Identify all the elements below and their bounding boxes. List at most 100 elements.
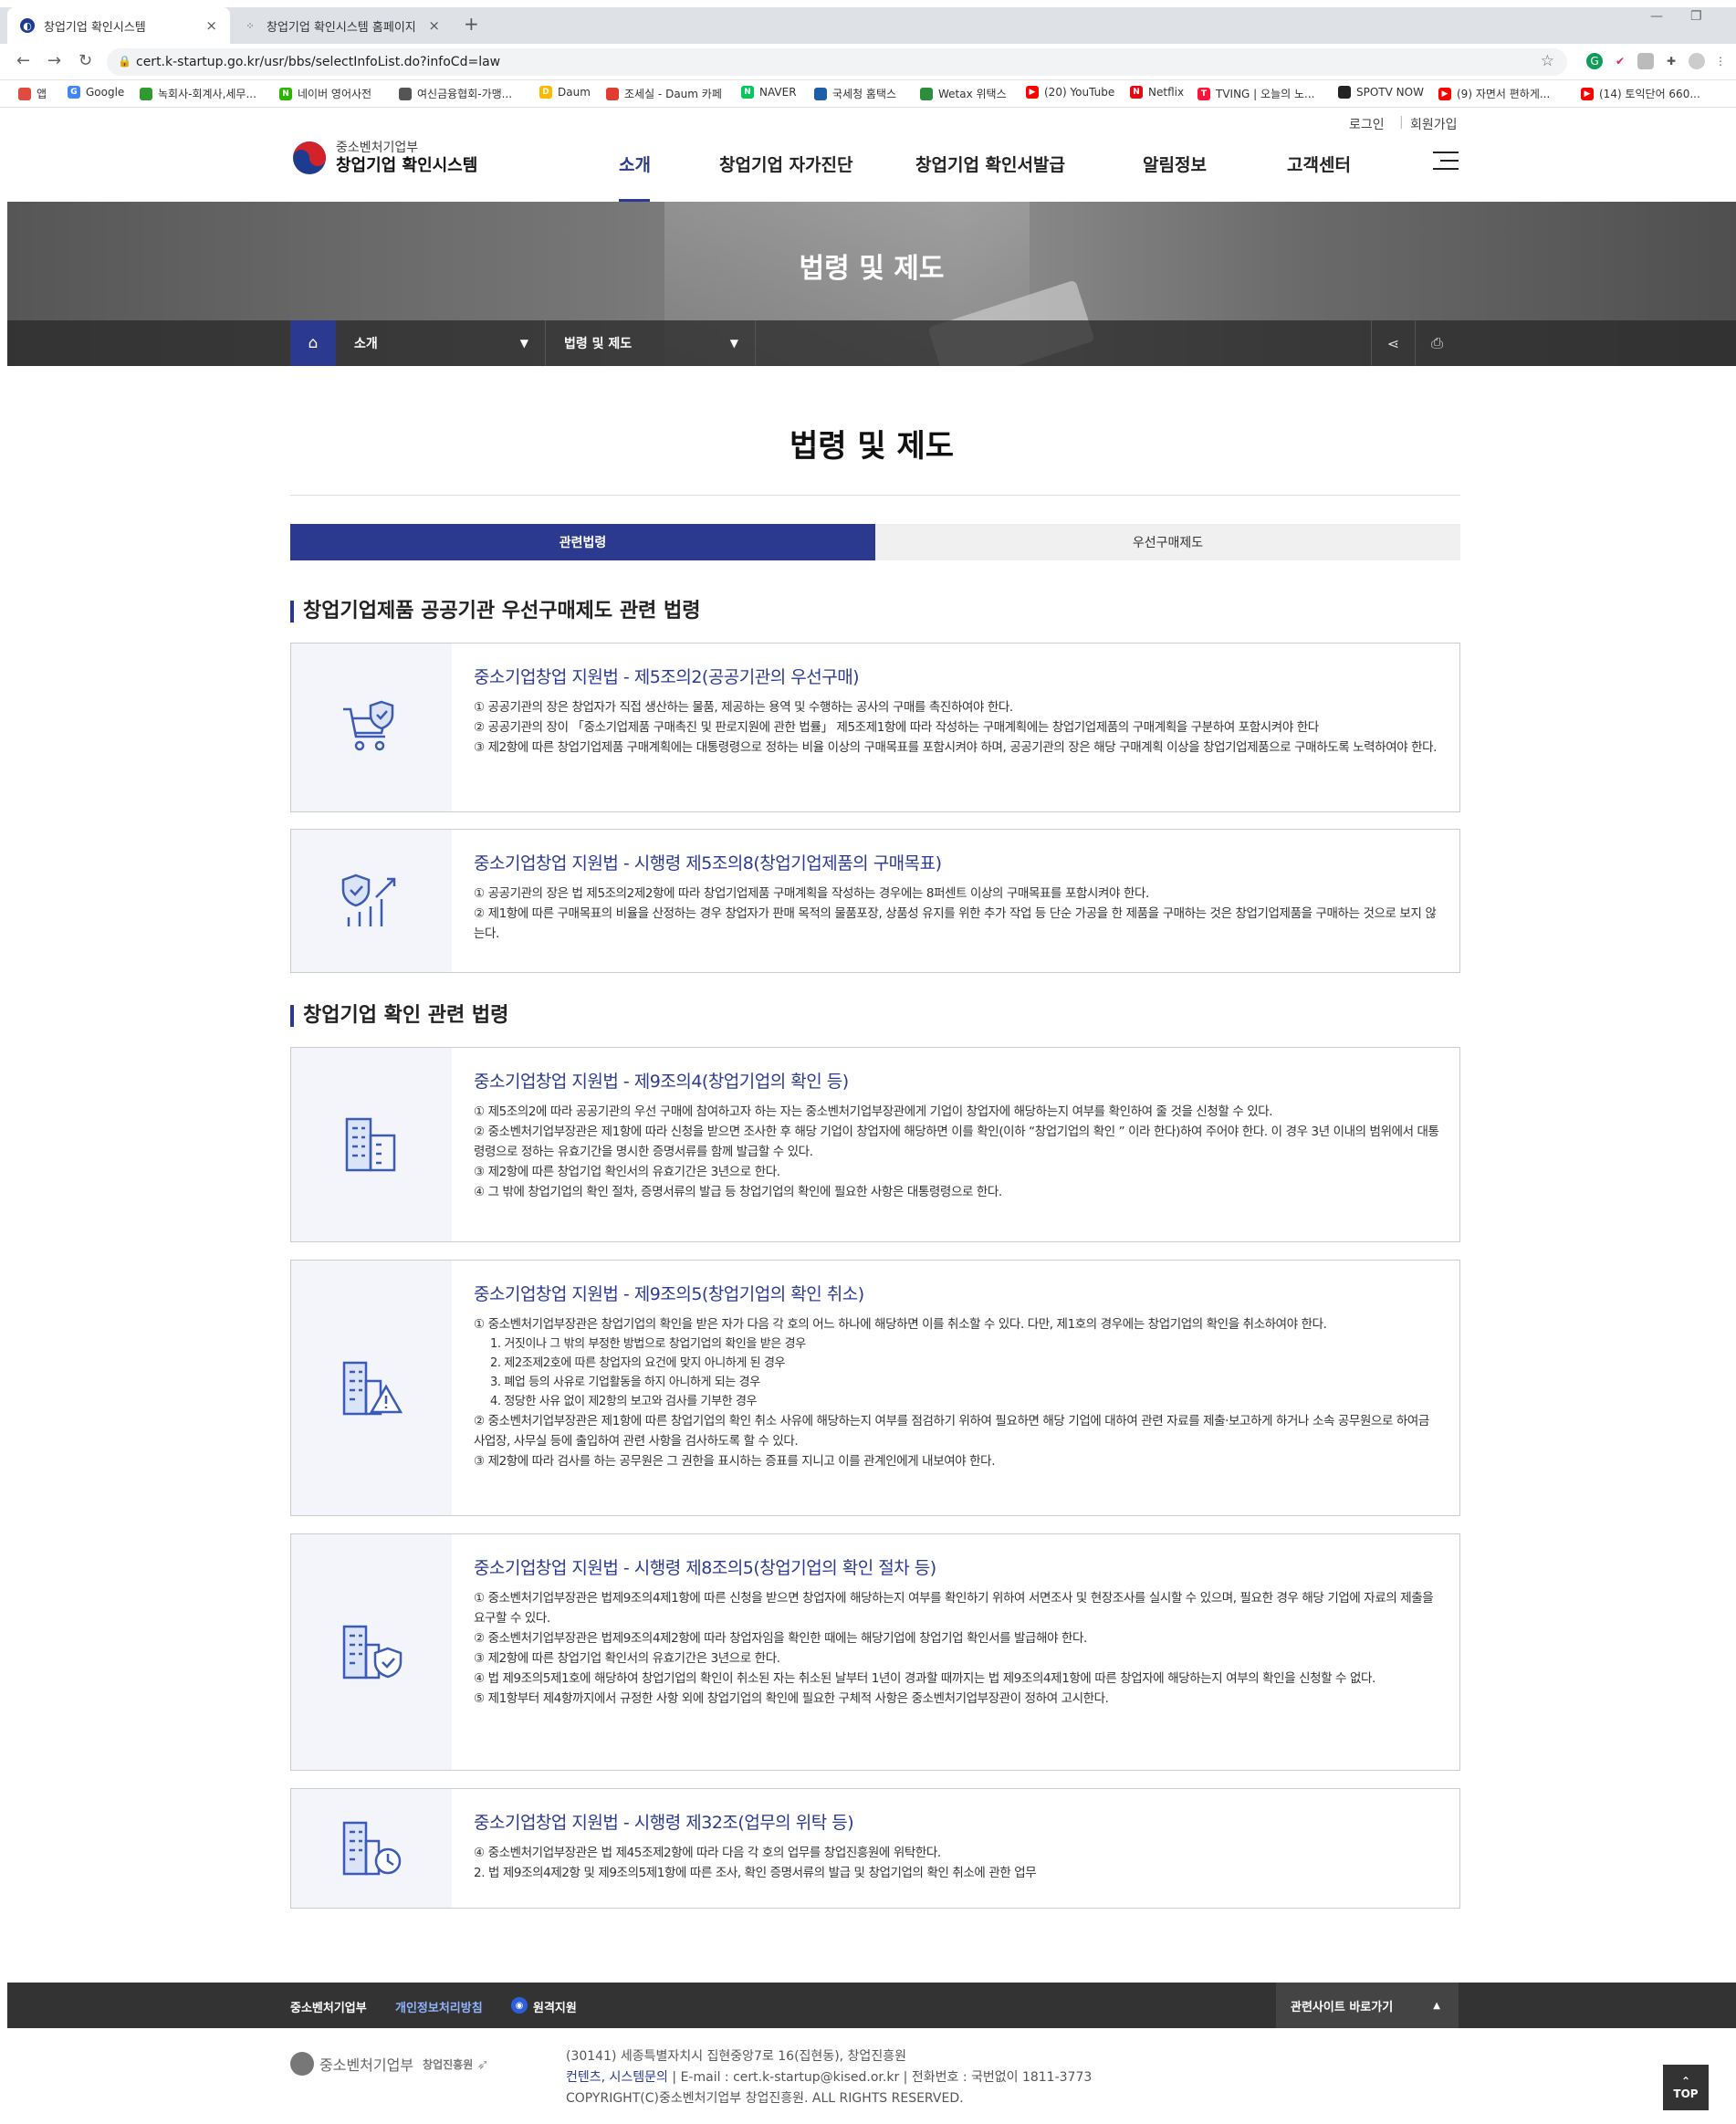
bookmark-favicon-icon bbox=[920, 87, 933, 100]
tabbar-top bbox=[0, 0, 1736, 7]
close-tab-icon[interactable]: × bbox=[428, 17, 440, 34]
login-link[interactable]: 로그인 bbox=[1349, 115, 1385, 133]
profile-avatar[interactable] bbox=[1689, 53, 1705, 69]
law-clause: ① 제5조의2에 따라 공공기관의 우선 구매에 참여하고자 하는 자는 중소벤… bbox=[474, 1104, 1273, 1119]
law-card: 중소기업창업 지원법 - 시행령 제5조의8(창업기업제품의 구매목표) ① 공… bbox=[290, 829, 1460, 973]
check-extension-icon[interactable]: ✔ bbox=[1612, 53, 1628, 69]
related-sites-select[interactable]: 관련사이트 바로가기 ▲ bbox=[1276, 1983, 1459, 2028]
address-bar[interactable]: 🔒 cert.k-startup.go.kr/usr/bbs/selectInf… bbox=[107, 48, 1567, 76]
reload-icon[interactable]: ↻ bbox=[78, 51, 92, 70]
bookmark-label: Daum bbox=[558, 86, 591, 99]
bird-logo-icon: ➶ bbox=[476, 2055, 489, 2073]
depth1-label: 소개 bbox=[354, 337, 378, 351]
print-icon[interactable]: ⎙ bbox=[1415, 320, 1459, 366]
law-clause: ④ 중소벤처기업부장관은 법 제45조제2항에 따라 다음 각 호의 업무를 창… bbox=[474, 1846, 941, 1860]
new-tab-button[interactable]: + bbox=[464, 13, 479, 35]
law-card: 중소기업창업 지원법 - 제9조의5(창업기업의 확인 취소) ① 중소벤처기업… bbox=[290, 1260, 1460, 1516]
bookmark-item[interactable]: ▶ (14) 토익단어 660... bbox=[1581, 86, 1700, 101]
section-title: 창업기업 확인 관련 법령 bbox=[290, 1005, 508, 1027]
scroll-top-button[interactable]: ⌃ TOP bbox=[1663, 2065, 1709, 2110]
bookmark-item[interactable]: N Netflix bbox=[1130, 86, 1184, 99]
footer-kised-logo: 창업진흥원 bbox=[423, 2057, 474, 2071]
tving-icon: T bbox=[1197, 87, 1210, 100]
bookmark-item[interactable]: T TVING | 오늘의 노... bbox=[1197, 86, 1314, 101]
footer-link-remote[interactable]: 원격지원 bbox=[533, 1998, 577, 2015]
bookmark-label: Netflix bbox=[1148, 86, 1185, 99]
bookmark-item[interactable]: G Google bbox=[68, 86, 124, 99]
bookmark-item[interactable]: ▶ (20) YouTube bbox=[1026, 86, 1114, 99]
share-icon[interactable]: ⋖ bbox=[1371, 320, 1415, 366]
bookmark-item[interactable]: 앱 bbox=[18, 86, 47, 101]
close-tab-icon[interactable]: × bbox=[205, 17, 217, 34]
bookmark-item[interactable]: D Daum bbox=[539, 86, 591, 99]
bookmark-star-icon[interactable]: ☆ bbox=[1541, 52, 1554, 70]
law-clause: ③ 제2항에 따라 검사를 하는 공무원은 그 권한을 표시하는 증표를 지니고… bbox=[474, 1454, 996, 1469]
building-shield-icon bbox=[291, 1534, 452, 1770]
bookmark-item[interactable]: N NAVER bbox=[741, 86, 797, 99]
footer-copyright: COPYRIGHT(C)중소벤처기업부 창업진흥원. ALL RIGHTS RE… bbox=[566, 2091, 964, 2106]
browser-tab[interactable]: ⁘ 창업기업 확인시스템 홈페이지 × bbox=[230, 7, 453, 44]
site-logo[interactable]: 중소벤처기업부 창업기업 확인시스템 bbox=[290, 139, 477, 177]
footer-logos: 중소벤처기업부 창업진흥원 ➶ bbox=[290, 2052, 489, 2076]
law-title: 중소기업창업 지원법 - 제9조의4(창업기업의 확인 등) bbox=[474, 1072, 849, 1092]
location-depth1-select[interactable]: 소개 ▼ bbox=[336, 320, 546, 366]
law-card: 중소기업창업 지원법 - 시행령 제32조(업무의 위탁 등) ④ 중소벤처기업… bbox=[290, 1788, 1460, 1909]
footer-contact-link[interactable]: 컨텐츠, 시스템문의 bbox=[566, 2070, 668, 2085]
gnb-item-notice[interactable]: 알림정보 bbox=[1143, 152, 1207, 176]
law-card-body: 중소기업창업 지원법 - 제9조의4(창업기업의 확인 등) ① 제5조의2에 … bbox=[474, 1068, 1441, 1202]
browser-tab-active[interactable]: ◐ 창업기업 확인시스템 × bbox=[7, 7, 230, 44]
extension-icon[interactable] bbox=[1637, 53, 1654, 69]
gnb-item-support[interactable]: 고객센터 bbox=[1287, 152, 1351, 176]
bookmark-label: 여신금융협회-가맹... bbox=[417, 88, 513, 100]
grammarly-extension-icon[interactable]: G bbox=[1586, 53, 1603, 69]
tab-priority-purchase[interactable]: 우선구매제도 bbox=[875, 524, 1460, 560]
gnb-item-intro[interactable]: 소개 bbox=[619, 152, 651, 176]
taegeuk-emblem-icon bbox=[293, 141, 326, 174]
gnb-item-certificate[interactable]: 창업기업 확인서발급 bbox=[915, 152, 1065, 176]
location-depth2-select[interactable]: 법령 및 제도 ▼ bbox=[546, 320, 756, 366]
bookmark-favicon-icon bbox=[606, 87, 619, 100]
law-clause: ① 중소벤처기업부장관은 법제9조의4제1항에 따른 신청을 받으면 창업자에 … bbox=[474, 1591, 1434, 1626]
law-title: 중소기업창업 지원법 - 시행령 제8조의5(창업기업의 확인 절차 등) bbox=[474, 1558, 936, 1578]
bookmark-item[interactable]: N 네이버 영어사전 bbox=[279, 86, 371, 101]
law-clause: ② 제1항에 따른 구매목표의 비율을 산정하는 경우 창업자가 판매 목적의 … bbox=[474, 906, 1437, 941]
restore-icon[interactable]: ❐ bbox=[1690, 9, 1702, 24]
bookmark-item[interactable]: 국세청 홈택스 bbox=[814, 86, 896, 101]
lock-icon: 🔒 bbox=[118, 55, 131, 68]
bookmark-label: 조세실 - Daum 카페 bbox=[624, 88, 722, 100]
bookmark-item[interactable]: SPOTV NOW bbox=[1338, 86, 1424, 99]
bookmark-item[interactable]: 여신금융협회-가맹... bbox=[399, 86, 512, 101]
law-card-body: 중소기업창업 지원법 - 제9조의5(창업기업의 확인 취소) ① 중소벤처기업… bbox=[474, 1281, 1441, 1471]
building-warning-icon bbox=[291, 1261, 452, 1515]
puzzle-icon[interactable]: ✚ bbox=[1663, 53, 1679, 69]
footer-link-ministry[interactable]: 중소벤처기업부 bbox=[290, 1998, 367, 2015]
bookmark-label: 앱 bbox=[37, 88, 47, 100]
footer-link-privacy[interactable]: 개인정보처리방침 bbox=[395, 1998, 483, 2015]
arrow-up-icon: ⌃ bbox=[1680, 2075, 1691, 2087]
caret-down-icon: ▼ bbox=[519, 337, 528, 350]
top-label: TOP bbox=[1673, 2087, 1699, 2100]
caret-down-icon: ▼ bbox=[729, 337, 738, 350]
minimize-icon[interactable]: — bbox=[1650, 9, 1663, 24]
tab-title: 창업기업 확인시스템 홈페이지 bbox=[267, 20, 416, 35]
law-clause: ⑤ 제1항부터 제4항까지에서 규정한 사항 외에 창업기업의 확인에 필요한 … bbox=[474, 1691, 1109, 1706]
remote-support-icon: ◉ bbox=[511, 1997, 528, 2014]
footer-info: 중소벤처기업부 창업진흥원 ➶ (30141) 세종특별자치시 집현중앙7로 1… bbox=[7, 2028, 1736, 2124]
law-title: 중소기업창업 지원법 - 제9조의5(창업기업의 확인 취소) bbox=[474, 1284, 864, 1304]
tab-related-laws[interactable]: 관련법령 bbox=[290, 524, 875, 560]
bookmark-item[interactable]: 조세실 - Daum 카페 bbox=[606, 86, 722, 101]
footer-email: E-mail : cert.k-startup@kised.or.kr bbox=[680, 2070, 900, 2085]
join-link[interactable]: 회원가입 bbox=[1410, 115, 1458, 133]
building-clock-icon bbox=[291, 1789, 452, 1908]
back-icon[interactable]: ← bbox=[16, 51, 30, 70]
home-icon[interactable]: ⌂ bbox=[290, 320, 336, 366]
bookmark-item[interactable]: 녹회사-회계사,세무... bbox=[140, 86, 256, 101]
site-favicon-icon: ⁘ bbox=[246, 19, 255, 32]
all-menu-icon[interactable] bbox=[1433, 152, 1459, 176]
bookmark-item[interactable]: Wetax 위택스 bbox=[920, 86, 1007, 101]
menu-icon[interactable]: ⋮ bbox=[1712, 53, 1729, 69]
law-clause: ② 중소벤처기업부장관은 법제9조의4제2항에 따라 창업자임을 확인한 때에는… bbox=[474, 1631, 1087, 1646]
bookmark-item[interactable]: ▶ (9) 자면서 편하게... bbox=[1438, 86, 1550, 101]
forward-icon[interactable]: → bbox=[47, 51, 61, 70]
gnb-item-self-diagnosis[interactable]: 창업기업 자가진단 bbox=[719, 152, 852, 176]
